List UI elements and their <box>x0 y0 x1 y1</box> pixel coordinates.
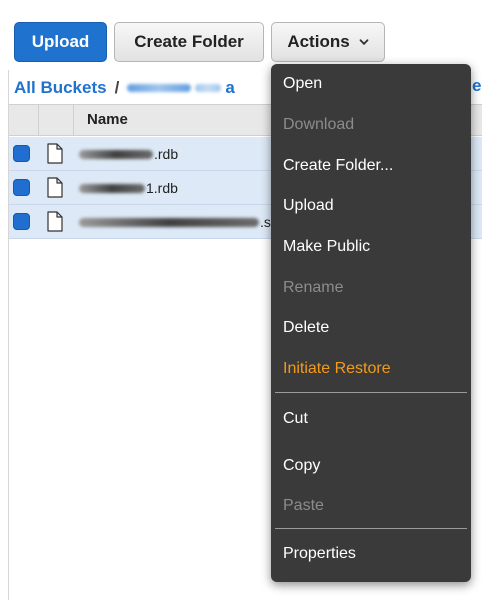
redacted-text <box>127 84 192 92</box>
column-divider <box>73 105 74 135</box>
menu-item-rename[interactable]: Rename <box>283 279 343 297</box>
menu-item-cut[interactable]: Cut <box>283 410 308 428</box>
breadcrumb-visible-suffix: a <box>225 78 235 97</box>
file-icon <box>47 177 63 198</box>
upload-button-label: Upload <box>31 32 90 51</box>
actions-dropdown-button[interactable]: Actions <box>271 22 385 62</box>
redacted-text <box>79 217 259 227</box>
redacted-text <box>79 183 145 193</box>
column-divider <box>38 105 39 135</box>
breadcrumb-bucket-name[interactable]: a <box>127 78 235 98</box>
menu-item-delete[interactable]: Delete <box>283 319 329 337</box>
checkbox-checked-icon[interactable] <box>13 179 30 196</box>
file-name-visible: 1.rdb <box>146 180 178 196</box>
breadcrumb-trailing-fragment: er <box>472 76 482 95</box>
checkbox-checked-icon[interactable] <box>13 145 30 162</box>
file-name-visible: .rdb <box>154 146 179 162</box>
checkbox-checked-icon[interactable] <box>13 213 30 230</box>
breadcrumb: All Buckets / a er <box>14 74 482 102</box>
menu-item-properties[interactable]: Properties <box>283 545 356 563</box>
file-name[interactable]: 1.rdb <box>79 178 178 198</box>
menu-item-upload[interactable]: Upload <box>283 197 334 215</box>
create-folder-button[interactable]: Create Folder <box>114 22 264 62</box>
redacted-text <box>195 84 222 92</box>
create-folder-button-label: Create Folder <box>134 32 244 51</box>
menu-item-copy[interactable]: Copy <box>283 457 320 475</box>
actions-dropdown-menu: Open Download Create Folder... Upload Ma… <box>271 64 471 582</box>
file-icon <box>47 211 63 232</box>
name-column-header[interactable]: Name <box>87 111 128 128</box>
chevron-down-icon <box>359 39 369 46</box>
menu-separator <box>275 528 467 529</box>
file-name-visible: .s <box>260 214 271 230</box>
menu-item-download[interactable]: Download <box>283 116 354 134</box>
menu-item-create-folder[interactable]: Create Folder... <box>283 157 393 175</box>
menu-item-paste[interactable]: Paste <box>283 497 324 515</box>
file-name[interactable]: .s <box>79 212 271 232</box>
file-name[interactable]: .rdb <box>79 144 178 164</box>
breadcrumb-all-buckets-link[interactable]: All Buckets <box>14 78 107 98</box>
upload-button[interactable]: Upload <box>14 22 107 62</box>
menu-item-make-public[interactable]: Make Public <box>283 238 370 256</box>
redacted-text <box>79 149 153 159</box>
actions-button-label: Actions <box>287 32 350 51</box>
menu-item-open[interactable]: Open <box>283 75 322 93</box>
menu-separator <box>275 392 467 393</box>
menu-item-initiate-restore[interactable]: Initiate Restore <box>283 360 391 378</box>
breadcrumb-separator: / <box>114 78 120 97</box>
file-icon <box>47 143 63 164</box>
